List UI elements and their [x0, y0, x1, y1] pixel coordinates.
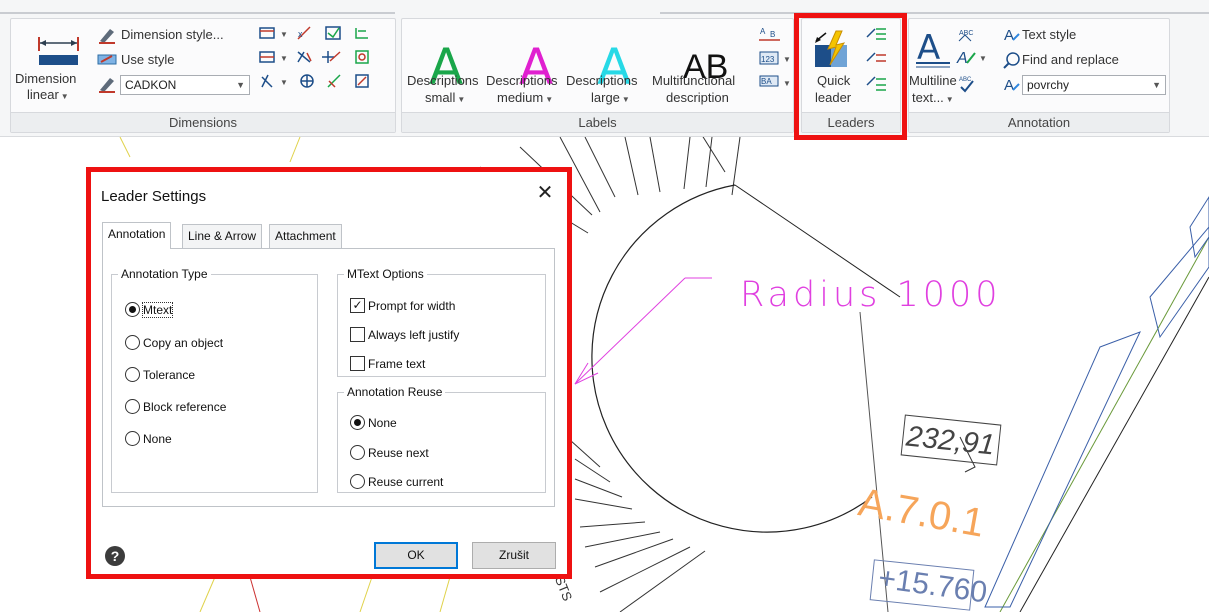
check-prompt-width[interactable]: ✓ Prompt for width: [350, 298, 455, 314]
svg-text:▼: ▼: [280, 30, 288, 39]
find-replace-icon: [1003, 52, 1020, 69]
dimension-style-combo[interactable]: CADKON ▼: [120, 75, 250, 95]
cancel-button[interactable]: Zrušit: [472, 542, 556, 569]
leader-settings-dialog: Leader Settings ✕ Annotation Line & Arro…: [91, 172, 567, 574]
check-frame-text[interactable]: Frame text: [350, 356, 425, 372]
descriptions-small-label-1[interactable]: Descriptions: [407, 73, 479, 88]
radio-block-reference[interactable]: Block reference: [125, 399, 226, 415]
radio-icon[interactable]: [350, 445, 365, 461]
text-style-icon: A: [1004, 27, 1020, 44]
descriptions-large-label-1[interactable]: Descriptions: [566, 73, 638, 88]
svg-text:▼: ▼: [979, 54, 987, 63]
svg-text:B: B: [770, 30, 775, 39]
descriptions-medium-label-1[interactable]: Descriptions: [486, 73, 558, 88]
mtext-options-legend: MText Options: [347, 267, 424, 281]
annotation-type-legend: Annotation Type: [121, 267, 208, 281]
svg-text:x: x: [298, 29, 303, 39]
radio-none[interactable]: None: [125, 431, 172, 447]
labels-panel: A A A AB Descriptions small ▼ Description…: [401, 18, 794, 133]
ribbon-tabstrip: [0, 0, 1209, 14]
radio-reuse-next[interactable]: Reuse next: [350, 445, 429, 461]
dimension-linear-label-1[interactable]: Dimension: [15, 71, 76, 86]
annotation-tab-pane: Annotation Type Mtext Copy an object Tol…: [102, 248, 555, 507]
text-style-icon: A: [1004, 77, 1020, 94]
dimension-linear-label-2[interactable]: linear ▼: [27, 87, 69, 102]
svg-text:BA: BA: [761, 77, 772, 86]
svg-text:A: A: [1004, 27, 1014, 44]
multiline-text-label-2[interactable]: text... ▼: [912, 90, 954, 105]
checkbox-icon[interactable]: [350, 327, 365, 343]
radio-icon[interactable]: [350, 474, 365, 490]
radio-reuse-none[interactable]: None: [350, 415, 397, 431]
descriptions-large-label-2[interactable]: large ▼: [591, 90, 630, 105]
radio-icon[interactable]: [125, 367, 140, 383]
tab-edge: [660, 12, 1209, 14]
tab-annotation[interactable]: Annotation: [102, 222, 172, 249]
dimension-style-button[interactable]: Dimension style...: [121, 27, 224, 42]
labels-panel-title: Labels: [402, 112, 793, 132]
svg-text:A: A: [956, 50, 968, 67]
checkbox-icon[interactable]: [350, 356, 365, 372]
dimensions-panel-title: Dimensions: [11, 112, 395, 132]
ok-button[interactable]: OK: [374, 542, 458, 569]
radius-label: Radius 1000: [740, 275, 1002, 315]
find-and-replace-button[interactable]: Find and replace: [1022, 52, 1119, 67]
dimension-tools-icon-grid[interactable]: x ▼ ▼ ▼: [258, 25, 388, 97]
radio-icon[interactable]: [125, 335, 140, 351]
text-style-button[interactable]: Text style: [1022, 27, 1076, 42]
close-icon[interactable]: ✕: [535, 183, 555, 203]
ribbon: Dimension linear ▼ Dimension style... Use…: [0, 0, 1209, 140]
leaders-highlight-frame: [794, 13, 907, 140]
radio-reuse-current[interactable]: Reuse current: [350, 474, 443, 490]
annotation-reuse-legend: Annotation Reuse: [347, 385, 443, 399]
annotation-panel-title: Annotation: [909, 112, 1169, 132]
dialog-highlight-frame: Leader Settings ✕ Annotation Line & Arro…: [86, 167, 572, 579]
svg-text:A: A: [1004, 77, 1014, 94]
annotation-tools-icons[interactable]: ABC A ▼ ABC: [953, 25, 987, 97]
tab-attachment[interactable]: Attachment: [269, 224, 342, 248]
multiline-text-icon: A: [916, 29, 950, 68]
multiline-text-label-1[interactable]: Multiline: [909, 73, 957, 88]
radio-selected-icon[interactable]: [125, 302, 140, 318]
svg-text:123: 123: [761, 55, 775, 64]
annotation-panel: A Multiline text... ▼ ABC A ▼ ABC A Text …: [908, 18, 1170, 133]
help-icon[interactable]: ?: [105, 546, 125, 566]
checkbox-checked-icon[interactable]: ✓: [350, 298, 365, 314]
svg-text:▼: ▼: [280, 78, 288, 87]
use-style-icon: [97, 54, 117, 65]
radio-selected-icon[interactable]: [350, 415, 365, 431]
svg-text:▼: ▼: [783, 55, 790, 64]
pencil-icon: [99, 29, 115, 44]
pencil-icon: [99, 78, 115, 93]
radio-icon[interactable]: [125, 431, 140, 447]
multifunctional-description-label-2[interactable]: description: [666, 90, 729, 105]
radio-icon[interactable]: [125, 399, 140, 415]
descriptions-medium-label-2[interactable]: medium ▼: [497, 90, 553, 105]
dialog-title: Leader Settings: [101, 188, 207, 205]
check-left-justify[interactable]: Always left justify: [350, 327, 459, 343]
svg-text:ABC: ABC: [959, 77, 972, 83]
label-tools-icons[interactable]: AB 123 BA ▼ ▼: [758, 24, 790, 96]
svg-text:▼: ▼: [280, 54, 288, 63]
dimension-linear-icon: [38, 37, 79, 65]
tab-edge: [0, 12, 395, 14]
text-style-combo[interactable]: povrchy ▼: [1022, 75, 1166, 95]
radio-mtext[interactable]: Mtext: [125, 301, 174, 318]
multifunctional-description-label-1[interactable]: Multifunctional: [652, 73, 735, 88]
dimensions-panel: Dimension linear ▼ Dimension style... Use…: [10, 18, 396, 133]
descriptions-small-label-2[interactable]: small ▼: [425, 90, 465, 105]
tab-line-arrow[interactable]: Line & Arrow: [182, 224, 263, 248]
radio-tolerance[interactable]: Tolerance: [125, 367, 195, 383]
use-style-button[interactable]: Use style: [121, 52, 174, 67]
svg-text:A: A: [760, 27, 766, 36]
svg-text:▼: ▼: [783, 79, 790, 88]
radio-copy-object[interactable]: Copy an object: [125, 335, 223, 351]
